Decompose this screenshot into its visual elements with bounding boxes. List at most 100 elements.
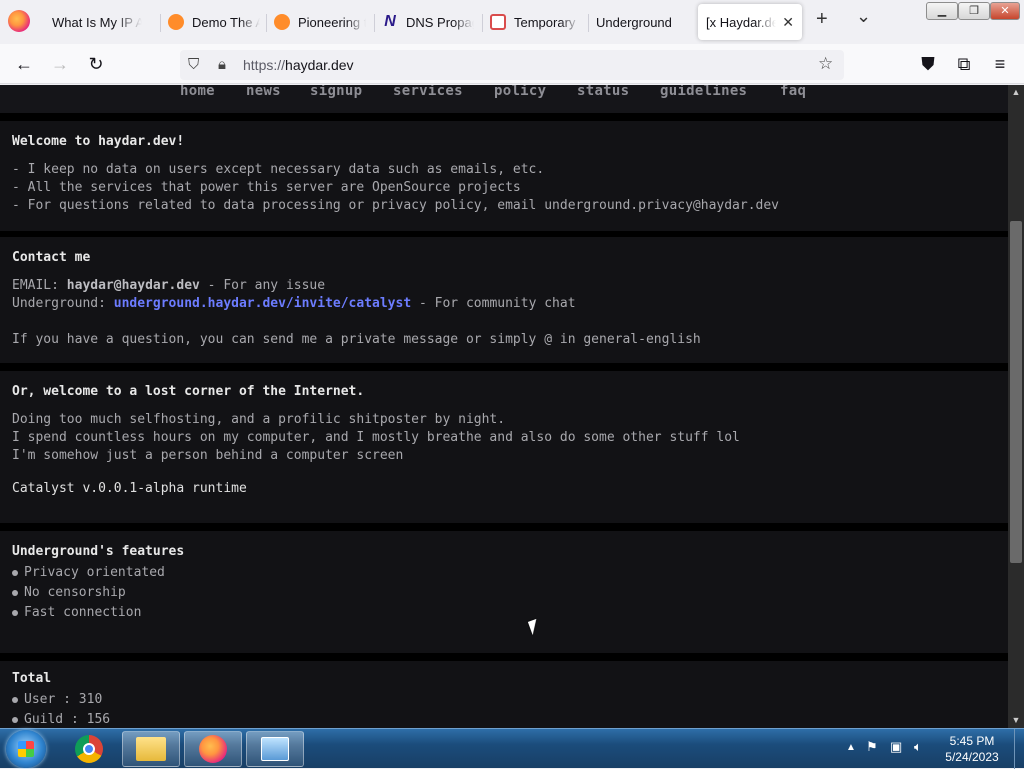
features-panel: Underground's features Privacy orientate… [0,531,1008,653]
list-item: Privacy orientated [12,565,165,580]
tab-title: What Is My IP A [52,14,142,30]
show-desktop-button[interactable] [1014,729,1024,769]
nav-policy[interactable]: policy [494,85,546,99]
dns-n-icon: N [384,13,396,30]
about-title: Or, welcome to a lost corner of the Inte… [12,384,365,399]
system-clock[interactable]: 5:45 PM 5/24/2023 [930,733,1014,765]
lock-icon[interactable]: 🔒︎ [218,56,226,73]
site-nav: home news signup services policy status … [0,85,1008,113]
page-content: home news signup services policy status … [0,85,1008,728]
nav-faq[interactable]: faq [780,85,806,99]
bullet-icon [12,609,18,616]
contact-title: Contact me [12,250,91,265]
contact-email: haydar@haydar.dev [66,278,200,293]
control-panel-icon [261,737,289,761]
tab-pioneering[interactable]: Pioneering t [266,4,374,40]
total-title: Total [12,671,52,686]
chrome-icon [75,735,103,763]
tab-title: [x Haydar.de [706,14,777,30]
app-menu-icon[interactable]: ≡ [988,52,1012,76]
bullet-icon [12,696,18,703]
scrollbar-thumb[interactable] [1010,221,1022,563]
nav-services[interactable]: services [393,85,463,99]
contact-underground-line: Underground: underground.haydar.dev/invi… [12,296,576,311]
start-button[interactable] [6,730,46,768]
list-all-tabs-icon[interactable]: ⌄ [856,6,871,27]
about-line: I'm somehow just a person behind a compu… [12,448,404,463]
bullet-icon [12,589,18,596]
firefox-menu-icon[interactable] [8,10,30,32]
pocket-icon[interactable]: ⛊ [916,52,940,76]
reload-icon[interactable]: ↻ [84,52,108,76]
tracking-shield-icon[interactable]: ⛉ [188,56,199,73]
welcome-line: - All the services that power this serve… [12,180,521,195]
underground-invite-link[interactable]: underground.haydar.dev/invite/catalyst [114,296,411,311]
tab-title: Underground [596,14,672,30]
tab-haydar-dev[interactable]: [x Haydar.de ✕ [698,4,802,40]
taskbar-explorer[interactable] [122,731,180,767]
tab-temporary-email[interactable]: Temporary E [482,4,588,40]
nav-guidelines[interactable]: guidelines [660,85,747,99]
extensions-icon[interactable]: ⧉ [952,52,976,76]
list-item: User : 310 [12,692,102,707]
firefox-icon [199,735,227,763]
tab-dns-propagation[interactable]: N DNS Propag [374,4,482,40]
about-panel: Or, welcome to a lost corner of the Inte… [0,371,1008,523]
mail-favicon-icon [490,14,506,30]
network-icon[interactable]: ▣ [890,739,902,755]
restore-window-button[interactable]: ❐ [958,2,990,20]
list-item: Guild : 156 [12,712,110,727]
new-tab-button[interactable]: + [816,8,828,31]
clock-time: 5:45 PM [949,734,995,748]
taskbar-chrome[interactable] [60,731,118,767]
windows-taskbar: ▲ ⚑ ▣ 🔈︎ 5:45 PM 5/24/2023 [0,728,1024,769]
tab-title: Temporary E [514,14,580,30]
contact-email-line: EMAIL: haydar@haydar.dev - For any issue [12,278,326,293]
total-panel: Total User : 310 Guild : 156 [0,661,1008,728]
close-window-button[interactable]: ✕ [990,2,1020,20]
welcome-panel: Welcome to haydar.dev! - I keep no data … [0,121,1008,231]
welcome-line: - I keep no data on users except necessa… [12,162,545,177]
back-arrow-icon[interactable]: ← [12,52,36,76]
navigation-toolbar: ← → ↻ ⛉ 🔒︎ https://haydar.dev ☆ ⛊ ⧉ ≡ [0,44,1024,84]
welcome-line: - For questions related to data processi… [12,198,780,213]
page-scrollbar[interactable]: ▲ ▼ [1008,85,1024,728]
taskbar-control-panel[interactable] [246,731,304,767]
about-line: Doing too much selfhosting, and a profil… [12,412,506,427]
contact-question: If you have a question, you can send me … [12,332,701,347]
about-line: I spend countless hours on my computer, … [12,430,740,445]
scroll-down-icon[interactable]: ▼ [1008,713,1024,727]
folder-icon [136,737,166,761]
scroll-up-icon[interactable]: ▲ [1008,85,1024,99]
url-text[interactable]: https://haydar.dev [243,57,354,73]
contact-panel: Contact me EMAIL: haydar@haydar.dev - Fo… [0,237,1008,363]
tab-demo[interactable]: Demo The A [160,4,270,40]
nav-status[interactable]: status [577,85,629,99]
nav-home[interactable]: home [180,85,215,99]
volume-muted-icon[interactable]: 🔈︎ [914,739,922,755]
bullet-icon [12,569,18,576]
features-title: Underground's features [12,544,185,559]
runtime-version: Catalyst v.0.0.1-alpha runtime [12,481,247,496]
close-tab-icon[interactable]: ✕ [782,14,794,31]
tab-title: Demo The A [192,14,260,30]
bookmark-star-icon[interactable]: ☆ [818,54,833,74]
minimize-window-button[interactable]: ▁ [926,2,958,20]
clock-date: 5/24/2023 [945,750,999,764]
url-bar[interactable]: ⛉ 🔒︎ https://haydar.dev ☆ [180,50,844,80]
tab-title: Pioneering t [298,14,366,30]
tab-underground[interactable]: Underground [588,4,694,40]
tab-what-is-my-ip[interactable]: What Is My IP A [44,4,160,40]
bullet-icon [12,716,18,723]
nav-signup[interactable]: signup [310,85,362,99]
list-item: No censorship [12,585,126,600]
tab-strip: What Is My IP A Demo The A Pioneering t … [0,0,1024,44]
nav-news[interactable]: news [246,85,281,99]
pioneering-favicon-icon [274,14,290,30]
show-hidden-icons-icon[interactable]: ▲ [846,742,856,753]
tab-title: DNS Propag [406,14,474,30]
taskbar-firefox[interactable] [184,731,242,767]
forward-arrow-icon[interactable]: → [48,52,72,76]
welcome-title: Welcome to haydar.dev! [12,134,185,149]
action-center-flag-icon[interactable]: ⚑ [866,739,878,755]
